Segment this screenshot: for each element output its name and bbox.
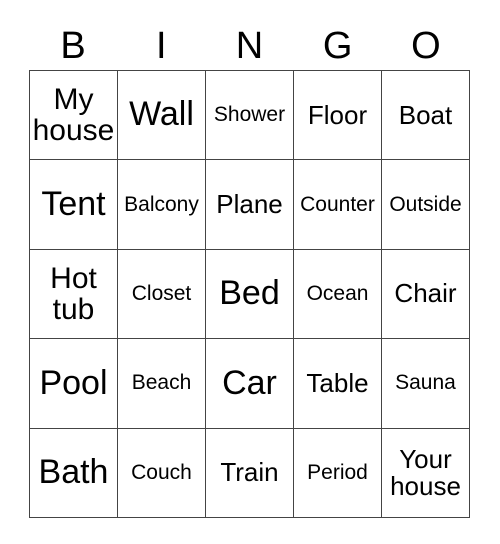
bingo-cell-label: Closet: [131, 281, 192, 305]
bingo-cell[interactable]: Train: [206, 428, 294, 519]
bingo-cell[interactable]: Beach: [118, 339, 206, 429]
header-letter-n: N: [235, 25, 264, 67]
bingo-cell-label: Balcony: [124, 192, 199, 216]
header-letter-b: B: [60, 25, 86, 67]
bingo-cell[interactable]: Car: [206, 339, 294, 429]
bingo-cell[interactable]: Chair: [382, 249, 470, 340]
bingo-cell-label: Floor: [307, 99, 368, 130]
bingo-cell-label: Hot tub: [50, 261, 97, 327]
bingo-cell[interactable]: Your house: [382, 428, 470, 519]
bingo-cell[interactable]: Pool: [30, 339, 118, 429]
bingo-cell-label: Shower: [213, 103, 286, 127]
bingo-cell[interactable]: Period: [294, 428, 382, 519]
bingo-cell-label: Train: [220, 457, 279, 488]
bingo-cell[interactable]: Couch: [118, 428, 206, 519]
bingo-cell[interactable]: Sauna: [382, 339, 470, 429]
bingo-header-row: B I N G O: [29, 22, 470, 70]
bingo-cell-label: Car: [222, 363, 277, 402]
header-letter-o: O: [411, 25, 441, 67]
bingo-cell-label: Beach: [131, 371, 192, 395]
bingo-row: Pool Beach Car Table Sauna: [30, 339, 470, 429]
bingo-cell-label: My house: [32, 82, 115, 148]
bingo-cell-label: Table: [306, 367, 369, 398]
bingo-cell[interactable]: Counter: [294, 160, 382, 250]
bingo-cell[interactable]: Hot tub: [30, 249, 118, 340]
bingo-cell-label: Ocean: [306, 281, 369, 305]
bingo-cell[interactable]: Balcony: [118, 160, 206, 250]
bingo-cell-label: Sauna: [395, 371, 456, 395]
bingo-cell-label: Couch: [131, 460, 192, 484]
bingo-cell[interactable]: Floor: [294, 71, 382, 161]
bingo-row: Hot tub Closet Bed Ocean Chair: [30, 249, 470, 340]
bingo-cell[interactable]: My house: [30, 71, 118, 161]
bingo-cell-label: Plane: [216, 188, 283, 219]
bingo-cell[interactable]: Bed: [206, 249, 294, 340]
header-letter-i: I: [156, 25, 167, 67]
bingo-grid: My house Wall Shower Floor Boat Tent Bal…: [29, 70, 470, 519]
bingo-cell-label: Counter: [300, 192, 375, 216]
bingo-cell-label: Pool: [39, 363, 108, 402]
bingo-cell-label: Boat: [398, 99, 453, 130]
bingo-cell[interactable]: Closet: [118, 249, 206, 340]
bingo-row: Tent Balcony Plane Counter Outside: [30, 160, 470, 250]
bingo-cell[interactable]: Ocean: [294, 249, 382, 340]
bingo-cell-label: Wall: [129, 95, 194, 134]
bingo-cell-label: Outside: [389, 192, 462, 216]
bingo-cell-label: Bath: [38, 452, 109, 491]
bingo-cell[interactable]: Plane: [206, 160, 294, 250]
bingo-cell-label: Chair: [394, 278, 457, 309]
bingo-cell[interactable]: Outside: [382, 160, 470, 250]
bingo-cell[interactable]: Table: [294, 339, 382, 429]
bingo-cell[interactable]: Wall: [118, 71, 206, 161]
bingo-cell[interactable]: Boat: [382, 71, 470, 161]
bingo-cell-label: Bed: [219, 274, 280, 313]
bingo-card: B I N G O My house Wall Shower Floor Boa…: [0, 0, 500, 544]
bingo-cell[interactable]: Shower: [206, 71, 294, 161]
bingo-row: Bath Couch Train Period Your house: [30, 428, 470, 519]
bingo-cell-label: Period: [307, 460, 368, 484]
bingo-cell[interactable]: Tent: [30, 160, 118, 250]
bingo-cell[interactable]: Bath: [30, 428, 118, 519]
bingo-cell-label: Your house: [390, 443, 461, 501]
bingo-cell-label: Tent: [41, 184, 106, 223]
bingo-row: My house Wall Shower Floor Boat: [30, 71, 470, 161]
header-letter-g: G: [322, 25, 353, 67]
